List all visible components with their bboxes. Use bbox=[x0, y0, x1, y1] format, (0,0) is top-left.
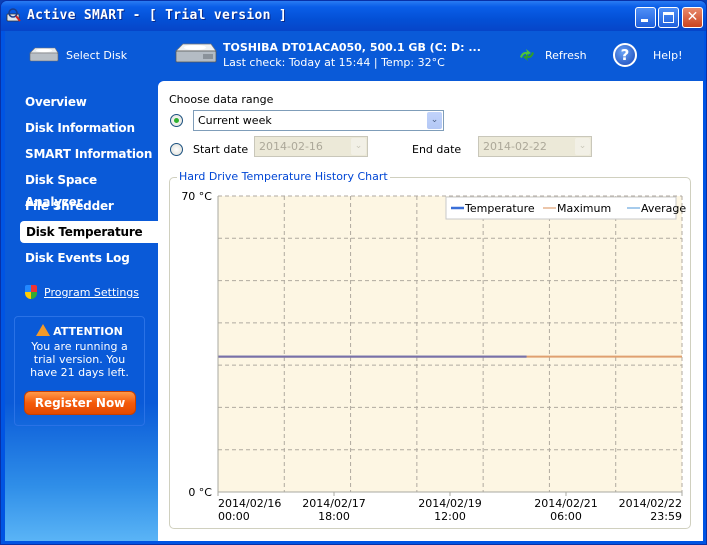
register-now-button[interactable]: Register Now bbox=[24, 391, 136, 415]
x-tick-time: 12:00 bbox=[434, 510, 466, 523]
y-tick-label: 70 °C bbox=[181, 190, 212, 203]
close-icon: ✕ bbox=[686, 9, 699, 25]
main-panel: Choose data range Current week ⌄ Start d… bbox=[158, 81, 703, 541]
trial-message: You are running a trial version. You hav… bbox=[30, 340, 129, 379]
maximize-button[interactable] bbox=[658, 7, 679, 28]
disk-name: TOSHIBA DT01ACA050, 500.1 GB (C: D: ... bbox=[223, 41, 481, 54]
sidebar-item-disk-information[interactable]: Disk Information bbox=[5, 117, 158, 139]
sidebar-item-disk-events-log[interactable]: Disk Events Log bbox=[5, 247, 158, 269]
help-icon[interactable]: ? bbox=[613, 43, 637, 67]
app-icon bbox=[6, 8, 21, 22]
refresh-icon[interactable] bbox=[518, 48, 536, 62]
minimize-button[interactable] bbox=[635, 7, 656, 28]
select-disk-button[interactable]: Select Disk bbox=[66, 49, 127, 62]
attention-title: ATTENTION bbox=[53, 325, 123, 338]
hard-disk-icon[interactable] bbox=[27, 45, 61, 65]
sidebar: Overview Disk Information SMART Informat… bbox=[5, 81, 158, 541]
trial-attention-panel: ATTENTION You are running a trial versio… bbox=[14, 316, 145, 426]
x-tick-date: 2014/02/16 bbox=[218, 497, 281, 510]
window-title: Active SMART - [ Trial version ] bbox=[27, 8, 288, 23]
program-settings-link[interactable]: Program Settings bbox=[25, 285, 139, 299]
sidebar-item-disk-space-analyzer[interactable]: Disk Space Analyzer bbox=[5, 169, 158, 209]
x-tick-date: 2014/02/17 bbox=[302, 497, 365, 510]
refresh-button[interactable]: Refresh bbox=[545, 49, 587, 62]
temperature-chart: 70 °C 0 °C 2014/02/1600:00 2014/02/1718:0… bbox=[181, 190, 686, 523]
minimize-icon bbox=[641, 19, 648, 22]
legend-label-maximum: Maximum bbox=[557, 202, 611, 215]
sidebar-item-overview[interactable]: Overview bbox=[5, 91, 158, 113]
disk-status: Last check: Today at 15:44 | Temp: 32°C bbox=[223, 56, 445, 69]
x-tick-labels: 2014/02/1600:00 2014/02/1718:00 2014/02/19… bbox=[217, 492, 683, 523]
sidebar-item-disk-temperature[interactable]: Disk Temperature bbox=[20, 221, 158, 243]
x-tick-date: 2014/02/19 bbox=[418, 497, 481, 510]
legend-label-average: Average bbox=[641, 202, 686, 215]
x-tick-time: 00:00 bbox=[218, 510, 250, 523]
help-button[interactable]: Help! bbox=[653, 49, 683, 62]
x-tick-date: 2014/02/21 bbox=[534, 497, 597, 510]
plot-area bbox=[218, 196, 682, 492]
program-settings-label: Program Settings bbox=[44, 286, 140, 299]
attention-heading: ATTENTION bbox=[15, 324, 144, 338]
close-button[interactable]: ✕ bbox=[682, 7, 703, 28]
x-tick-date: 2014/02/22 bbox=[619, 497, 682, 510]
warning-icon bbox=[36, 324, 51, 336]
x-tick-time: 18:00 bbox=[318, 510, 350, 523]
hard-disk-icon bbox=[175, 43, 217, 63]
chart-legend: Temperature Maximum Average bbox=[445, 196, 686, 220]
header-bar: Select Disk TOSHIBA DT01ACA050, 500.1 GB… bbox=[5, 31, 704, 81]
sidebar-item-smart-information[interactable]: SMART Information bbox=[5, 143, 158, 165]
y-tick-label: 0 °C bbox=[188, 486, 212, 499]
shield-icon bbox=[25, 285, 37, 299]
x-tick-time: 06:00 bbox=[550, 510, 582, 523]
x-tick-time: 23:59 bbox=[650, 510, 682, 523]
maximize-icon bbox=[663, 12, 674, 23]
app-window: Active SMART - [ Trial version ] ✕ Selec… bbox=[0, 0, 707, 545]
legend-label-temperature: Temperature bbox=[464, 202, 535, 215]
title-bar[interactable]: Active SMART - [ Trial version ] ✕ bbox=[1, 1, 706, 31]
sidebar-item-file-shredder[interactable]: File Shredder bbox=[5, 195, 158, 217]
